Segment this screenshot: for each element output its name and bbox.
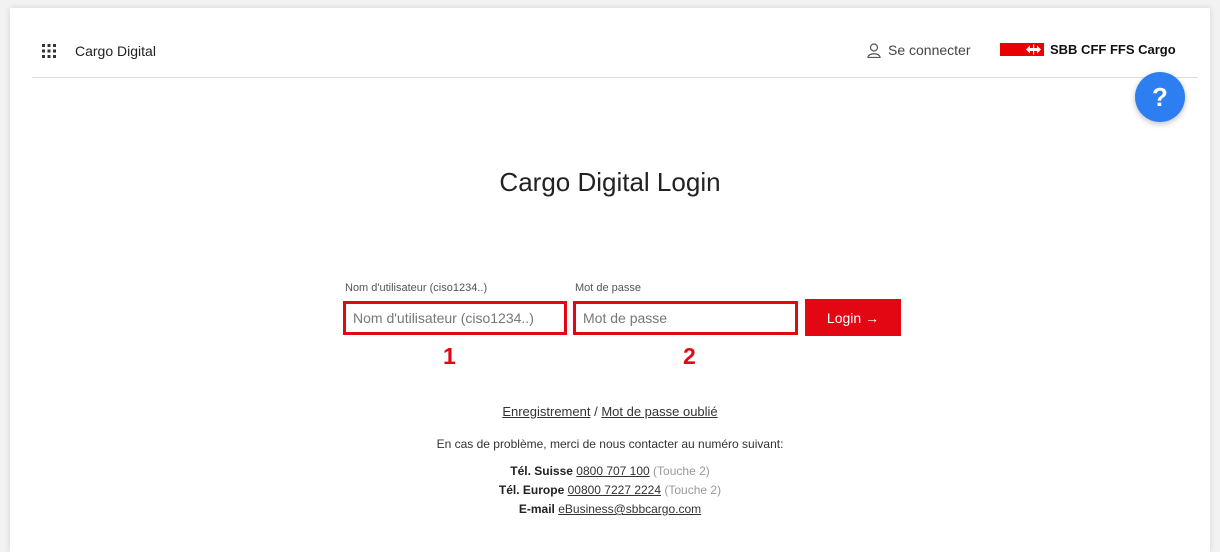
swiss-phone-label: Tél. Suisse xyxy=(510,464,573,478)
user-icon xyxy=(867,42,881,58)
email-label: E-mail xyxy=(518,502,555,516)
europe-phone-note: (Touche 2) xyxy=(664,483,722,497)
login-link-label: Se connecter xyxy=(888,42,971,58)
username-label: Nom d'utilisateur (ciso1234..) xyxy=(345,282,488,294)
username-input[interactable] xyxy=(343,301,567,335)
page-card: Cargo Digital Se connecter SBB CFF FFS C… xyxy=(10,8,1210,552)
app-name[interactable]: Cargo Digital xyxy=(75,43,156,59)
forgot-password-link[interactable]: Mot de passe oublié xyxy=(601,404,717,419)
password-label: Mot de passe xyxy=(575,282,642,294)
help-button[interactable]: ? xyxy=(1135,72,1185,122)
annotation-marker-1: 1 xyxy=(443,343,456,369)
europe-phone-label: Tél. Europe xyxy=(498,483,565,497)
grid-icon[interactable] xyxy=(42,44,56,58)
contact-email: E-mail eBusiness@sbbcargo.com xyxy=(10,502,1210,516)
contact-intro: En cas de problème, merci de nous contac… xyxy=(436,437,784,451)
password-input[interactable] xyxy=(573,301,798,335)
europe-phone-link[interactable]: 00800 7227 2224 xyxy=(568,483,661,497)
logo-text: SBB CFF FFS Cargo xyxy=(1050,42,1176,57)
swiss-phone-link[interactable]: 0800 707 100 xyxy=(576,464,649,478)
contact-swiss: Tél. Suisse 0800 707 100 (Touche 2) xyxy=(10,464,1210,478)
login-button[interactable]: Login → xyxy=(805,299,901,336)
account-links: Enregistrement / Mot de passe oublié xyxy=(10,404,1210,419)
help-icon: ? xyxy=(1152,81,1168,112)
annotation-marker-2: 2 xyxy=(683,343,696,369)
page-title: Cargo Digital Login xyxy=(499,167,721,197)
sbb-flag-icon xyxy=(1000,43,1044,56)
swiss-phone-note: (Touche 2) xyxy=(653,464,710,478)
sbb-logo[interactable]: SBB CFF FFS Cargo xyxy=(1000,42,1176,57)
login-link[interactable]: Se connecter xyxy=(867,42,971,58)
register-link[interactable]: Enregistrement xyxy=(502,404,590,419)
email-link[interactable]: eBusiness@sbbcargo.com xyxy=(558,502,701,516)
contact-europe: Tél. Europe 00800 7227 2224 (Touche 2) xyxy=(10,483,1210,497)
top-header: Cargo Digital Se connecter SBB CFF FFS C… xyxy=(32,8,1198,78)
links-separator: / xyxy=(590,404,602,419)
